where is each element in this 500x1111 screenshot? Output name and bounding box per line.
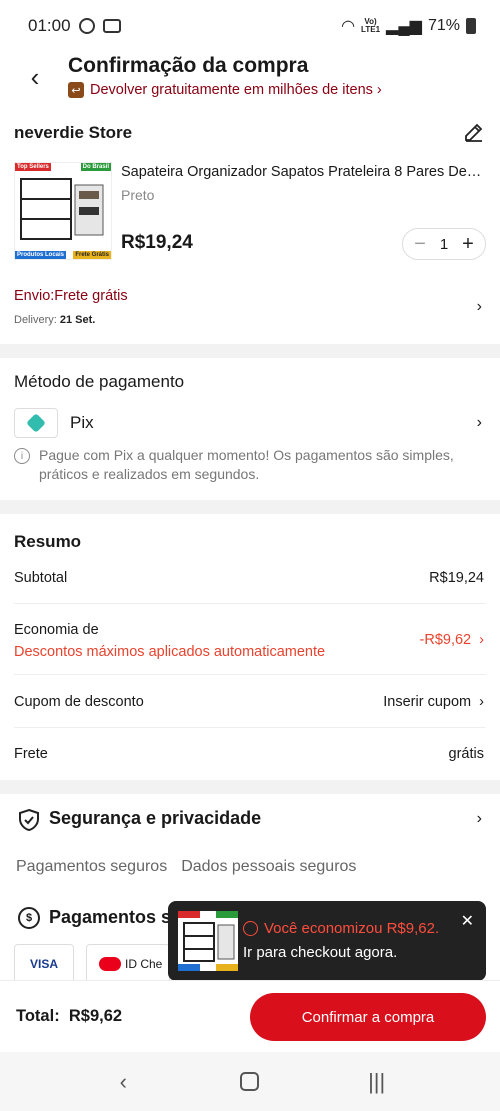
section-divider	[0, 780, 500, 794]
payment-chevron-icon[interactable]: ›	[477, 414, 482, 432]
nav-home-button[interactable]	[230, 1072, 270, 1091]
shipping-label[interactable]: Envio:Frete grátis	[14, 288, 128, 304]
product-image[interactable]: Top Sellers Do Brasil Produtos Locais Fr…	[14, 162, 112, 260]
edit-icon[interactable]	[462, 120, 486, 144]
total-amount: Total: R$9,62	[16, 1007, 123, 1025]
status-bar: 01:00 ◠ Vo) LTE1 ▂▄▆ 71%	[0, 0, 500, 52]
shipping-fee-value: grátis	[448, 746, 484, 762]
quantity-value: 1	[439, 235, 449, 253]
security-chevron-icon[interactable]: ›	[477, 810, 482, 828]
checkout-bar: Total: R$9,62 Confirmar a compra	[0, 980, 500, 1052]
voicemail-icon	[102, 19, 121, 33]
free-return-banner[interactable]: ↩ Devolver gratuitamente em milhões de i…	[68, 82, 382, 98]
pix-icon	[14, 408, 58, 438]
row-divider	[14, 603, 486, 604]
coupon-label: Cupom de desconto	[14, 694, 144, 710]
toast-checkout-message: Ir para checkout agora.	[243, 944, 398, 961]
lte-indicator: Vo) LTE1	[361, 17, 381, 34]
subtotal-row: Subtotal R$19,24	[14, 570, 486, 586]
image-tag-produtos-locais: Produtos Locais	[15, 251, 67, 259]
payment-note: Pague com Pix a qualquer momento! Os pag…	[39, 447, 454, 482]
store-section: neverdie Store Top Sellers Do Brasil Pro…	[0, 112, 500, 344]
coupon-value: Inserir cupom ›	[383, 694, 484, 710]
coupon-row[interactable]: Cupom de desconto Inserir cupom ›	[14, 694, 486, 710]
row-divider	[14, 674, 486, 675]
shipping-chevron-icon[interactable]: ›	[477, 298, 482, 316]
payment-section: Método de pagamento Pix › i Pague com Pi…	[0, 358, 500, 500]
close-icon[interactable]: ✕	[461, 911, 474, 931]
image-tag-top-sellers: Top Sellers	[15, 163, 51, 171]
check-circle-icon	[78, 18, 95, 34]
secure-payment-icon: $	[18, 907, 40, 929]
delivery-prefix: Delivery:	[14, 314, 57, 326]
chevron-left-icon: ‹	[30, 61, 40, 92]
subtotal-label: Subtotal	[14, 570, 68, 586]
nav-back-button[interactable]: ‹	[103, 1069, 143, 1095]
row-divider	[14, 727, 486, 728]
summary-title: Resumo	[14, 532, 82, 551]
delivery-info: Delivery: 21 Set.	[14, 314, 95, 326]
subtotal-value: R$19,24	[429, 570, 484, 586]
section-divider	[0, 344, 500, 358]
status-time: 01:00	[28, 16, 71, 35]
info-icon: i	[14, 448, 30, 464]
back-button[interactable]: ‹	[20, 62, 50, 92]
secure-payments-tag: Pagamentos seguros	[16, 858, 168, 875]
system-nav-bar: ‹ |||	[0, 1052, 500, 1111]
shield-check-icon	[19, 808, 39, 832]
quantity-stepper: − 1 +	[402, 228, 486, 260]
visa-logo: VISA	[14, 944, 74, 984]
image-tag-do-brasil: Do Brasil	[80, 163, 111, 171]
return-icon: ↩	[68, 82, 84, 98]
security-tags: Pagamentos seguros Dados pessoais seguro…	[16, 858, 356, 876]
delivery-date: 21 Set.	[59, 314, 96, 326]
toast-savings-message: Você economizou R$9,62.	[243, 920, 439, 937]
product-title[interactable]: Sapateira Organizador Sapatos Prateleira…	[121, 164, 486, 180]
nav-recents-button[interactable]: |||	[357, 1069, 397, 1095]
summary-section: Resumo Subtotal R$19,24 Economia de Desc…	[0, 514, 500, 780]
free-return-text: Devolver gratuitamente em milhões de ite…	[90, 82, 382, 98]
signal-icon: ▂▄▆	[386, 18, 422, 35]
savings-label: Economia de	[14, 622, 99, 638]
toast-product-image	[178, 911, 238, 971]
battery-icon	[466, 18, 476, 34]
payment-method-row[interactable]: Pix	[14, 408, 94, 438]
wifi-icon: ◠	[341, 18, 356, 35]
increase-quantity-button[interactable]: +	[459, 233, 477, 256]
savings-toast[interactable]: Você economizou R$9,62. Ir para checkout…	[168, 901, 486, 989]
product-variant: Preto	[121, 187, 155, 203]
security-title: Segurança e privacidade	[49, 808, 262, 828]
savings-description: Descontos máximos aplicados automaticame…	[14, 644, 326, 660]
product-price: R$19,24	[121, 232, 193, 253]
page-title: Confirmação da compra	[68, 54, 309, 77]
battery-percent: 71%	[427, 17, 460, 34]
mastercard-idcheck-logo: ID Che	[86, 944, 170, 984]
savings-value: -R$9,62 ›	[419, 632, 484, 648]
decrease-quantity-button[interactable]: −	[411, 233, 429, 256]
store-name: neverdie Store	[14, 123, 133, 142]
clock-icon	[243, 921, 258, 936]
confirm-purchase-button[interactable]: Confirmar a compra	[250, 993, 486, 1041]
section-divider	[0, 500, 500, 514]
image-tag-frete-gratis: Frete Grátis	[73, 251, 111, 259]
shoe-rack-illustration	[20, 178, 104, 240]
shipping-fee-label: Frete	[14, 746, 48, 762]
payment-method-name: Pix	[70, 413, 94, 432]
payment-title: Método de pagamento	[14, 372, 185, 391]
secure-data-tag: Dados pessoais seguros	[181, 858, 357, 875]
secure-payments-title: Pagamentos s	[49, 907, 172, 927]
shipping-fee-row: Frete grátis	[14, 746, 486, 762]
header: ‹ Confirmação da compra ↩ Devolver gratu…	[0, 52, 500, 110]
savings-row[interactable]: Economia de Descontos máximos aplicados …	[14, 622, 486, 660]
